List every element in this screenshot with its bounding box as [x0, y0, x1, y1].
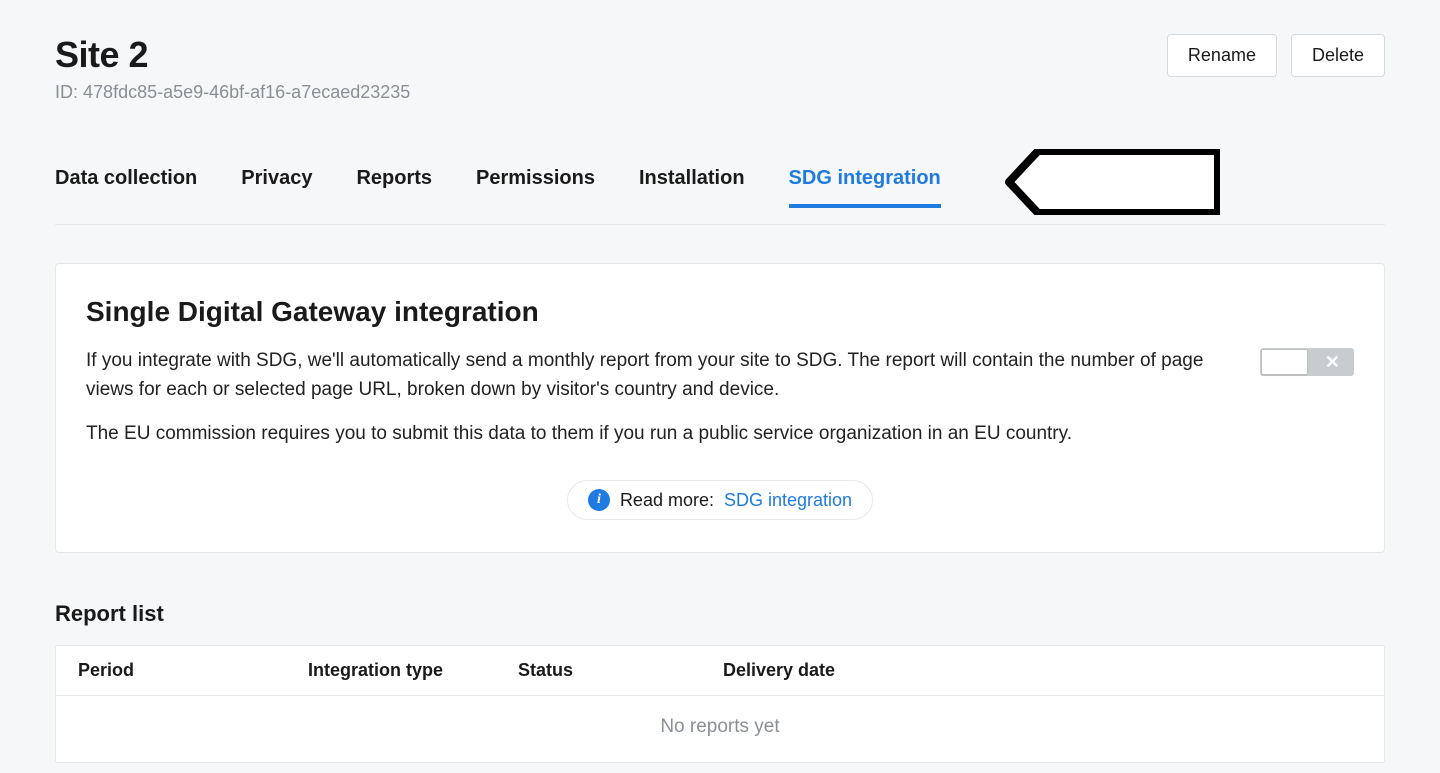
card-title: Single Digital Gateway integration [86, 296, 1354, 328]
rename-button[interactable]: Rename [1167, 34, 1277, 77]
site-id: ID: 478fdc85-a5e9-46bf-af16-a7ecaed23235 [55, 82, 410, 103]
col-status: Status [518, 660, 723, 681]
toggle-knob [1261, 349, 1308, 375]
read-more-link[interactable]: SDG integration [724, 490, 852, 511]
site-id-value: 478fdc85-a5e9-46bf-af16-a7ecaed23235 [83, 82, 410, 102]
tab-sdg-integration[interactable]: SDG integration [789, 167, 941, 208]
table-header: Period Integration type Status Delivery … [56, 646, 1384, 696]
table-empty-message: No reports yet [56, 696, 1384, 762]
site-id-label: ID: [55, 82, 78, 102]
card-paragraph-2: The EU commission requires you to submit… [86, 419, 1220, 448]
tab-privacy[interactable]: Privacy [241, 167, 312, 208]
col-integration-type: Integration type [308, 660, 518, 681]
page-title: Site 2 [55, 34, 410, 76]
col-delivery-date: Delivery date [723, 660, 1362, 681]
toggle-off-icon: ✕ [1325, 352, 1340, 373]
col-period: Period [78, 660, 308, 681]
tab-permissions[interactable]: Permissions [476, 167, 595, 208]
card-paragraph-1: If you integrate with SDG, we'll automat… [86, 346, 1220, 405]
report-list-title: Report list [55, 601, 1385, 627]
read-more-pill: i Read more: SDG integration [567, 480, 873, 520]
sdg-toggle[interactable]: ✕ [1260, 348, 1354, 376]
tab-data-collection[interactable]: Data collection [55, 167, 197, 208]
sdg-card: Single Digital Gateway integration If yo… [55, 263, 1385, 553]
tab-installation[interactable]: Installation [639, 167, 745, 208]
tab-reports[interactable]: Reports [356, 167, 432, 208]
info-icon: i [588, 489, 610, 511]
pointer-arrow-icon [1005, 149, 1220, 220]
delete-button[interactable]: Delete [1291, 34, 1385, 77]
read-more-label: Read more: [620, 490, 714, 511]
report-table: Period Integration type Status Delivery … [55, 645, 1385, 763]
tabs-bar: Data collection Privacy Reports Permissi… [55, 149, 1385, 225]
